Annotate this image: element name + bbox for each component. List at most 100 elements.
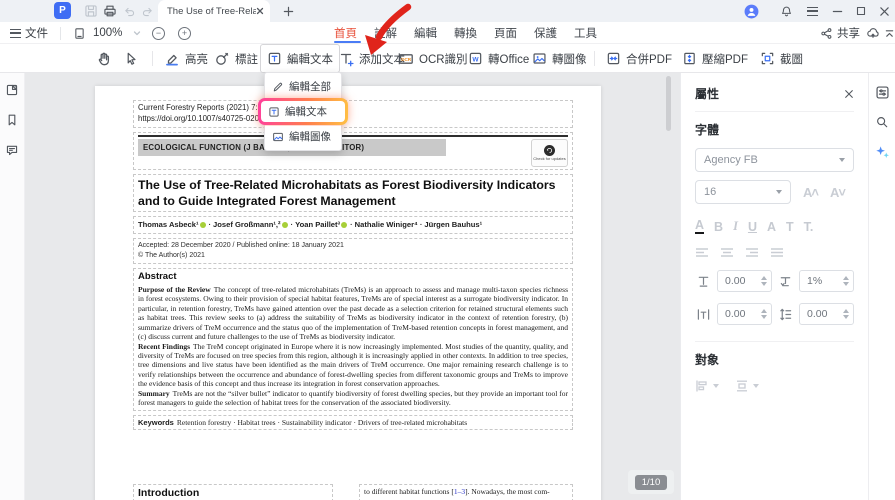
save-icon[interactable] — [84, 0, 98, 22]
select-cursor-icon[interactable] — [124, 44, 139, 73]
introduction-heading-block[interactable]: Introduction — [133, 484, 333, 500]
spinner[interactable] — [843, 308, 849, 320]
to-image-button[interactable]: 轉圖像 — [532, 44, 587, 73]
panel-close-icon[interactable] — [844, 89, 854, 99]
author-separator: · — [208, 220, 212, 230]
tab-comment[interactable]: 註解 — [374, 25, 397, 41]
paper-title-block[interactable]: The Use of Tree-Related Microhabitats as… — [133, 173, 573, 213]
keywords-block[interactable]: Keywords Retention forestry · Habitat tre… — [133, 414, 573, 430]
to-office-button[interactable]: W 轉Office — [468, 44, 529, 73]
uppercase-button[interactable]: T — [786, 220, 794, 234]
merge-pdf-button[interactable]: 合併PDF — [606, 44, 672, 73]
app-logo-icon[interactable]: P — [54, 2, 71, 19]
line-spacing-input[interactable]: 0.00 — [799, 303, 854, 326]
journal-line: Current Forestry Reports (2021) 7:59–68 — [138, 103, 280, 112]
zoom-in-icon[interactable]: + — [178, 26, 191, 40]
share-label: 共享 — [837, 28, 860, 40]
align-justify-icon[interactable] — [770, 247, 784, 259]
redo-icon[interactable] — [141, 0, 154, 22]
tab-page[interactable]: 頁面 — [494, 25, 517, 41]
ocr-button[interactable]: OCR OCR識別 — [398, 44, 468, 73]
menu-item-edit-text[interactable]: 編輯文本 — [261, 101, 345, 122]
font-family-select[interactable]: Agency FB — [695, 148, 854, 172]
tab-edit[interactable]: 編輯 — [414, 25, 437, 41]
copyright-line: © The Author(s) 2021 — [138, 251, 205, 259]
svg-text:W: W — [472, 56, 479, 63]
journal-header-block[interactable]: Current Forestry Reports (2021) 7:59–68 … — [133, 100, 573, 128]
collapse-toolbar-icon[interactable] — [885, 22, 894, 44]
underline-button[interactable]: U — [748, 220, 757, 234]
section-banner-block[interactable]: ECOLOGICAL FUNCTION (J BAUHUS, SECTION E… — [133, 131, 573, 170]
decrease-font-icon[interactable]: A˅ — [830, 185, 846, 200]
check-updates-badge[interactable]: Check for updates — [531, 138, 568, 167]
vertical-scrollbar[interactable] — [666, 76, 671, 131]
strikethrough-button[interactable]: A — [767, 220, 776, 234]
font-family-value: Agency FB — [704, 154, 758, 166]
tab-close-icon[interactable] — [256, 7, 264, 15]
authors-block[interactable]: Thomas Asbeck¹ · Josef Großmann¹,² · Yoan Pa… — [133, 216, 573, 234]
annotate-button[interactable]: 標註 — [214, 44, 258, 73]
object-distribute-dropdown[interactable] — [735, 379, 759, 393]
undo-icon[interactable] — [123, 0, 136, 22]
highlight-button[interactable]: 高亮 — [164, 44, 208, 73]
horizontal-scale-input[interactable]: 1% — [799, 270, 854, 293]
align-right-icon[interactable] — [745, 247, 759, 259]
spinner[interactable] — [761, 275, 767, 287]
zoom-out-icon[interactable]: − — [152, 26, 165, 40]
abstract-block[interactable]: Abstract Purpose of the Review The concep… — [133, 267, 573, 411]
hand-tool-icon[interactable] — [96, 44, 112, 73]
object-align-dropdown[interactable] — [695, 379, 719, 393]
author-separator: · — [419, 220, 423, 230]
tab-home[interactable]: 首頁 — [334, 25, 357, 41]
compress-pdf-button[interactable]: 壓縮PDF — [682, 44, 748, 73]
search-icon[interactable] — [875, 115, 889, 129]
column-text-block[interactable]: to different habitat functions [1–3]. No… — [359, 484, 573, 500]
zoom-caret-icon[interactable] — [133, 22, 141, 44]
cloud-sync-icon[interactable] — [866, 22, 880, 44]
italic-button[interactable]: I — [733, 219, 738, 234]
app-menu-icon[interactable] — [807, 0, 818, 22]
font-color-button[interactable]: A — [695, 218, 705, 235]
bold-button[interactable]: B — [714, 220, 723, 234]
new-tab-icon[interactable] — [283, 0, 294, 22]
edit-text-button[interactable]: 編輯文本 — [260, 44, 340, 73]
maximize-icon[interactable] — [856, 0, 866, 22]
font-size-select[interactable]: 16 — [695, 180, 791, 204]
spinner[interactable] — [843, 275, 849, 287]
pdf-page[interactable]: Current Forestry Reports (2021) 7:59–68 … — [95, 86, 601, 500]
user-avatar[interactable] — [744, 0, 759, 22]
align-center-icon[interactable] — [720, 247, 734, 259]
menu-item-edit-all[interactable]: 編輯全部 — [265, 76, 341, 97]
page-fit-icon[interactable] — [73, 22, 86, 44]
ai-assistant-icon[interactable] — [875, 145, 890, 160]
share-button[interactable]: 共享 — [820, 22, 860, 44]
column-text: to different habitat functions [ — [364, 487, 454, 496]
screenshot-button[interactable]: 截圖 — [760, 44, 803, 73]
introduction-heading: Introduction — [138, 487, 200, 499]
citation-ref[interactable]: 1–3 — [454, 487, 465, 496]
small-caps-button[interactable]: T. — [804, 220, 814, 234]
properties-strip-icon[interactable] — [875, 85, 890, 100]
menu-item-edit-image[interactable]: 編輯圖像 — [265, 126, 341, 147]
close-window-icon[interactable] — [879, 0, 890, 22]
bookmarks-panel-icon[interactable] — [5, 113, 19, 127]
file-menu[interactable]: 文件 — [10, 22, 48, 44]
tab-protect[interactable]: 保護 — [534, 25, 557, 41]
notification-bell-icon[interactable] — [780, 0, 793, 22]
word-spacing-input[interactable]: 0.00 — [717, 303, 772, 326]
tab-convert[interactable]: 轉換 — [454, 25, 477, 41]
tab-tools[interactable]: 工具 — [574, 25, 597, 41]
zoom-value[interactable]: 100% — [93, 27, 122, 39]
document-area[interactable]: Current Forestry Reports (2021) 7:59–68 … — [25, 73, 680, 500]
align-left-icon[interactable] — [695, 247, 709, 259]
comments-panel-icon[interactable] — [5, 143, 19, 157]
print-icon[interactable] — [103, 0, 117, 22]
char-spacing-input[interactable]: 0.00 — [717, 270, 772, 293]
minimize-icon[interactable] — [832, 0, 843, 22]
add-text-button[interactable]: 添加文本 — [338, 44, 405, 73]
dates-block[interactable]: Accepted: 28 December 2020 / Published o… — [133, 237, 573, 264]
document-tab[interactable]: The Use of Tree-Related... — [158, 0, 270, 22]
spinner[interactable] — [761, 308, 767, 320]
thumbnails-panel-icon[interactable] — [5, 83, 19, 97]
increase-font-icon[interactable]: A˄ — [803, 185, 819, 200]
